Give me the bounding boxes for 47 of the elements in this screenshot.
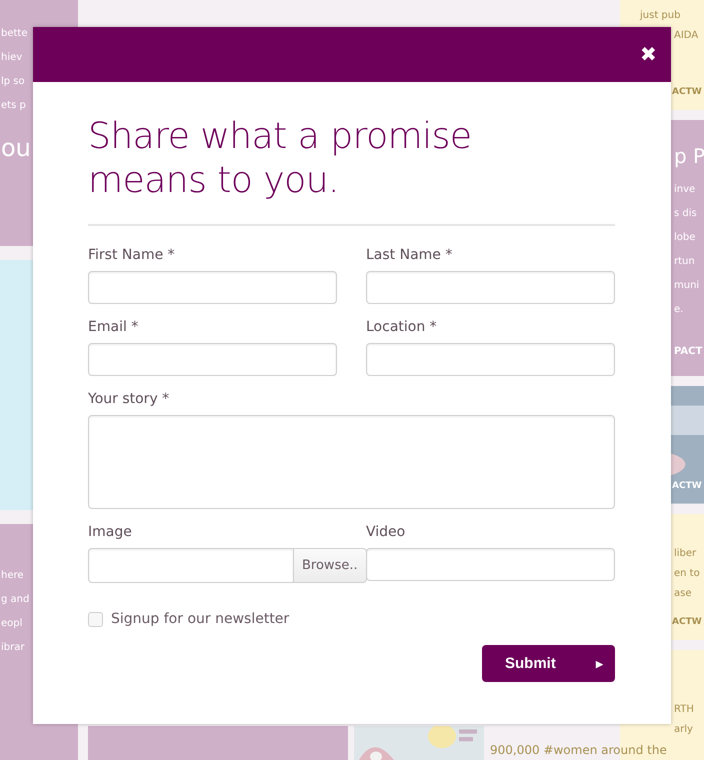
field-label: Video xyxy=(366,523,406,541)
checkbox-label: Signup for our newsletter xyxy=(111,611,290,627)
checkbox[interactable] xyxy=(88,612,103,626)
tile-text: ACTW xyxy=(671,616,703,629)
tile-text: inve xyxy=(673,182,696,197)
tile-text: lp so xyxy=(0,75,26,89)
tile-text: ACTW xyxy=(671,480,703,494)
tile-text: PACT xyxy=(673,345,704,360)
tile-text: ase xyxy=(673,587,692,602)
field-label: Image xyxy=(88,523,133,541)
tile-text: bette xyxy=(0,27,28,41)
input-field[interactable] xyxy=(366,271,615,304)
tile-text: arly xyxy=(673,722,694,737)
tile-text: ets p xyxy=(0,99,27,113)
tile-text: hiev xyxy=(0,51,24,65)
close-button[interactable]: ✖ xyxy=(640,44,657,64)
tile-text: g and xyxy=(0,593,30,607)
tile-text: ou xyxy=(0,133,32,164)
field-label: Last Name * xyxy=(366,246,454,264)
tile-text: lobe xyxy=(673,230,696,245)
tile-text: ibrar xyxy=(0,641,26,655)
browse-button[interactable]: Browse.. xyxy=(294,548,367,583)
tile-text: AIDA xyxy=(673,29,700,43)
field-label: Location * xyxy=(366,318,438,336)
tile-text: muni xyxy=(673,278,700,293)
input-field[interactable] xyxy=(88,271,337,304)
tile-text: liber xyxy=(673,547,698,562)
tile-text: en to xyxy=(673,567,701,582)
field-label: Email * xyxy=(88,318,140,336)
story-field[interactable] xyxy=(88,415,615,509)
tile-text: RTH xyxy=(673,702,695,717)
file-field[interactable] xyxy=(88,548,294,583)
tile-text: eopl xyxy=(0,617,24,631)
input-field[interactable] xyxy=(88,343,337,376)
tile-text: here xyxy=(0,569,25,583)
tile-text: 900,000 #women around the xyxy=(490,742,668,759)
input-field[interactable] xyxy=(366,343,615,376)
field-label: Your story * xyxy=(88,390,170,408)
dialog-title: Share what a promise means to you. xyxy=(88,115,473,203)
field-label: First Name * xyxy=(88,246,176,264)
tile-text: just pub xyxy=(638,9,682,23)
tile-text: ACTW xyxy=(671,86,703,99)
input-field[interactable] xyxy=(366,548,615,581)
tile-text: e. xyxy=(673,302,684,317)
tile-text: s dis xyxy=(673,206,698,221)
tile-text: rtun xyxy=(673,254,696,269)
submit-button[interactable]: Submit ▶ xyxy=(482,645,615,682)
